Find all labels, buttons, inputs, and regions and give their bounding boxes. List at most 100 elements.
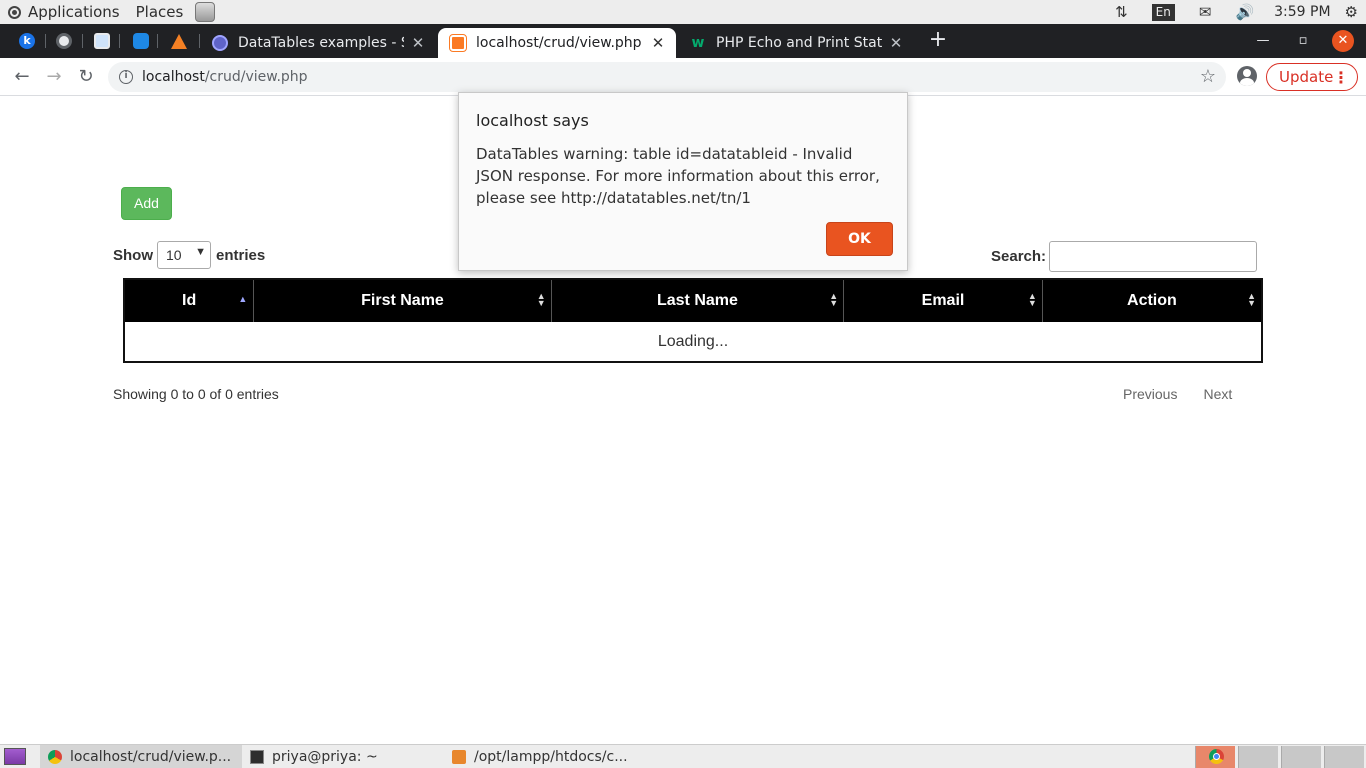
- search-label: Search:: [991, 248, 1047, 265]
- chrome-icon: [48, 749, 62, 764]
- clock[interactable]: 3:59 PM: [1274, 4, 1330, 20]
- page-length-select[interactable]: 10 ▼: [157, 241, 211, 269]
- tab-datatables-examples[interactable]: DataTables examples - Server-side proces…: [200, 28, 436, 58]
- sort-icon: ▲ ▼: [1247, 291, 1256, 308]
- xampp-favicon-icon: [449, 34, 467, 52]
- pinned-tab-k[interactable]: k: [15, 30, 39, 52]
- sublime-text-icon: [452, 749, 466, 764]
- applications-label: Applications: [28, 3, 120, 21]
- globe-icon: [56, 33, 72, 49]
- workspace-2[interactable]: [1238, 746, 1278, 768]
- close-window-icon[interactable]: ✕: [1332, 30, 1354, 52]
- s-app-icon: [133, 33, 149, 49]
- url-path: /crud/view.php: [204, 69, 308, 85]
- taskbar-item-terminal[interactable]: priya@priya: ~: [242, 745, 442, 768]
- mail-icon[interactable]: ✉: [1199, 3, 1212, 21]
- tray-app-icon[interactable]: [195, 2, 216, 22]
- info-icon[interactable]: i: [119, 70, 133, 84]
- update-button[interactable]: Update ⋮: [1266, 63, 1358, 91]
- taskbar-item-label: localhost/crud/view.p...: [70, 748, 232, 765]
- previous-button[interactable]: Previous: [1110, 386, 1190, 402]
- chevron-down-icon: ▼: [195, 246, 206, 258]
- close-icon[interactable]: ✕: [888, 34, 904, 52]
- search-control: Search:: [991, 241, 1258, 272]
- stack-icon: [171, 33, 187, 49]
- column-header-id[interactable]: Id ▲: [124, 279, 255, 322]
- search-input[interactable]: [1049, 241, 1258, 272]
- places-label: Places: [135, 3, 184, 21]
- taskbar-item-label: priya@priya: ~: [272, 748, 378, 765]
- chrome-icon: [1209, 749, 1224, 764]
- column-header-last-name[interactable]: Last Name ▲ ▼: [551, 279, 845, 322]
- alert-dialog: localhost says DataTables warning: table…: [458, 92, 908, 271]
- terminal-icon: [250, 749, 264, 764]
- new-tab-plus-icon[interactable]: +: [927, 29, 949, 51]
- table-info: Showing 0 to 0 of 0 entries: [113, 386, 279, 402]
- tab-title: PHP Echo and Print Statements: [716, 35, 882, 51]
- dialog-title: localhost says: [476, 111, 589, 130]
- taskbar-item-chrome[interactable]: localhost/crud/view.p...: [40, 745, 242, 768]
- maximize-icon[interactable]: ▫: [1293, 32, 1313, 50]
- navigation-bar: ← → ↻ i localhost/crud/view.php ☆: [0, 58, 1366, 96]
- places-menu[interactable]: Places: [136, 0, 184, 24]
- show-label: Show: [113, 246, 153, 264]
- dialog-message: DataTables warning: table id=datatableid…: [476, 145, 880, 207]
- sort-ascending-icon: ▲: [238, 294, 248, 304]
- bookmark-star-icon[interactable]: ☆: [1200, 66, 1216, 87]
- page-length-value: 10: [166, 247, 182, 263]
- datatables-favicon-icon: [212, 35, 228, 51]
- address-bar[interactable]: i localhost/crud/view.php ☆: [108, 62, 1226, 92]
- back-arrow-icon[interactable]: ←: [10, 65, 34, 89]
- pagination: Previous Next: [1110, 386, 1245, 402]
- profile-avatar-icon[interactable]: [1237, 66, 1257, 86]
- tab-title: DataTables examples - Server-side proces…: [238, 35, 404, 51]
- data-table: Id ▲ First Name ▲ ▼ Last Name ▲ ▼ Email ▲ ▼…: [123, 278, 1263, 363]
- next-button[interactable]: Next: [1190, 386, 1245, 402]
- workspace-3[interactable]: [1281, 746, 1321, 768]
- top-panel: Applications Places ⇅ En ✉ 🔊 3:59 PM ⚙: [0, 0, 1366, 24]
- tab-strip: k DataTables examples - Server-side proc…: [0, 24, 1366, 58]
- reload-icon[interactable]: ↻: [74, 65, 98, 89]
- show-desktop-icon[interactable]: [4, 748, 26, 765]
- sort-icon: ▲ ▼: [829, 291, 839, 308]
- keyboard-layout-indicator[interactable]: En: [1151, 3, 1175, 21]
- loading-cell: Loading...: [124, 322, 1262, 362]
- applications-icon: [8, 5, 21, 19]
- forward-arrow-icon[interactable]: →: [42, 65, 66, 89]
- workspace-1[interactable]: [1195, 746, 1235, 768]
- mail-app-icon: [94, 33, 110, 49]
- tab-php-echo[interactable]: w PHP Echo and Print Statements ✕: [678, 28, 914, 58]
- workspace-4[interactable]: [1324, 746, 1364, 768]
- taskbar-item-label: /opt/lampp/htdocs/c...: [474, 748, 628, 765]
- sort-icon: ▲ ▼: [536, 291, 546, 308]
- w3schools-favicon-icon: w: [691, 35, 705, 51]
- pinned-tab-stackoverflow[interactable]: [167, 30, 191, 52]
- pinned-tab-s[interactable]: [129, 30, 153, 52]
- dialog-ok-button[interactable]: OK: [826, 222, 893, 256]
- bottom-taskbar: localhost/crud/view.p... priya@priya: ~ …: [0, 744, 1366, 768]
- pinned-tab-outlook[interactable]: [90, 30, 114, 52]
- k-icon: k: [19, 33, 35, 49]
- more-menu-icon[interactable]: ⋮: [1333, 68, 1349, 87]
- entries-label: entries: [216, 246, 266, 264]
- add-button[interactable]: Add: [121, 187, 172, 220]
- url-host: localhost: [142, 69, 205, 85]
- column-header-first-name[interactable]: First Name ▲ ▼: [253, 279, 552, 322]
- volume-icon[interactable]: 🔊: [1235, 3, 1254, 21]
- table-row: Loading...: [124, 322, 1262, 362]
- column-header-action[interactable]: Action ▲ ▼: [1042, 279, 1262, 322]
- tab-title: localhost/crud/view.php: [476, 35, 642, 51]
- page-length-control: Show 10 ▼ entries: [113, 241, 265, 269]
- applications-menu[interactable]: Applications: [8, 0, 120, 24]
- minimize-icon[interactable]: —: [1253, 32, 1273, 50]
- network-transfer-icon[interactable]: ⇅: [1115, 3, 1128, 21]
- close-icon[interactable]: ✕: [650, 34, 666, 52]
- taskbar-item-editor[interactable]: /opt/lampp/htdocs/c...: [444, 745, 646, 768]
- pinned-tab-globe[interactable]: [52, 30, 76, 52]
- settings-gear-icon[interactable]: ⚙: [1345, 3, 1358, 21]
- tab-view-php[interactable]: localhost/crud/view.php ✕: [438, 28, 676, 58]
- sort-icon: ▲ ▼: [1027, 291, 1037, 308]
- update-label: Update: [1279, 68, 1334, 86]
- column-header-email[interactable]: Email ▲ ▼: [843, 279, 1043, 322]
- close-icon[interactable]: ✕: [410, 34, 426, 52]
